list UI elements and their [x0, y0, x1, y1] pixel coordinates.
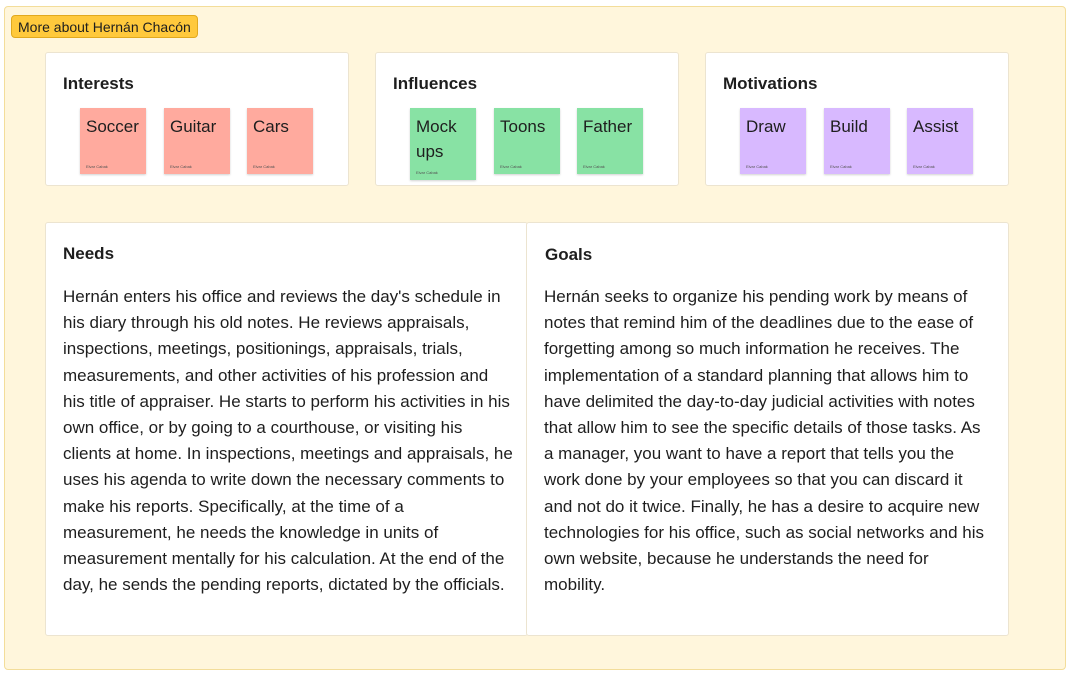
- sticky-note[interactable]: Assist Elvar Cabak: [907, 108, 973, 174]
- frame-title-tag[interactable]: More about Hernán Chacón: [11, 15, 198, 38]
- sticky-text: Assist: [913, 117, 959, 136]
- goals-body: Hernán seeks to organize his pending wor…: [544, 287, 985, 595]
- sticky-text: Build: [830, 117, 868, 136]
- sticky-text: Mock ups: [416, 117, 457, 161]
- sticky-author: Elvar Cabak: [170, 164, 192, 169]
- influences-title: Influences: [393, 74, 478, 93]
- sticky-text: Soccer: [86, 117, 139, 136]
- needs-body: Hernán enters his office and reviews the…: [63, 287, 513, 595]
- sticky-note[interactable]: Soccer Elvar Cabak: [80, 108, 146, 174]
- interests-title: Interests: [63, 74, 134, 93]
- sticky-author: Elvar Cabak: [500, 164, 522, 169]
- sticky-note[interactable]: Father Elvar Cabak: [577, 108, 643, 174]
- motivations-title: Motivations: [723, 74, 818, 93]
- sticky-note[interactable]: Mock ups Elvar Cabak: [410, 108, 476, 180]
- sticky-text: Cars: [253, 117, 289, 136]
- interests-card[interactable]: Interests Soccer Elvar Cabak Guitar Elva…: [45, 52, 349, 186]
- sticky-note[interactable]: Cars Elvar Cabak: [247, 108, 313, 174]
- sticky-author: Elvar Cabak: [746, 164, 768, 169]
- motivations-card[interactable]: Motivations Draw Elvar Cabak Build Elvar…: [705, 52, 1009, 186]
- sticky-author: Elvar Cabak: [416, 170, 438, 175]
- sticky-author: Elvar Cabak: [583, 164, 605, 169]
- influences-card[interactable]: Influences Mock ups Elvar Cabak Toons El…: [375, 52, 679, 186]
- needs-title: Needs: [63, 244, 115, 263]
- sticky-text: Toons: [500, 117, 546, 136]
- sticky-author: Elvar Cabak: [830, 164, 852, 169]
- sticky-author: Elvar Cabak: [913, 164, 935, 169]
- goals-title: Goals: [545, 245, 593, 264]
- sticky-text: Guitar: [170, 117, 217, 136]
- sticky-author: Elvar Cabak: [253, 164, 275, 169]
- sticky-text: Father: [583, 117, 633, 136]
- sticky-note[interactable]: Toons Elvar Cabak: [494, 108, 560, 174]
- sticky-note[interactable]: Guitar Elvar Cabak: [164, 108, 230, 174]
- goals-card[interactable]: Goals Hernán seeks to organize his pendi…: [526, 222, 1009, 636]
- needs-card[interactable]: Needs Hernán enters his office and revie…: [45, 222, 528, 636]
- sticky-note[interactable]: Draw Elvar Cabak: [740, 108, 806, 174]
- sticky-note[interactable]: Build Elvar Cabak: [824, 108, 890, 174]
- sticky-author: Elvar Cabak: [86, 164, 108, 169]
- sticky-text: Draw: [746, 117, 786, 136]
